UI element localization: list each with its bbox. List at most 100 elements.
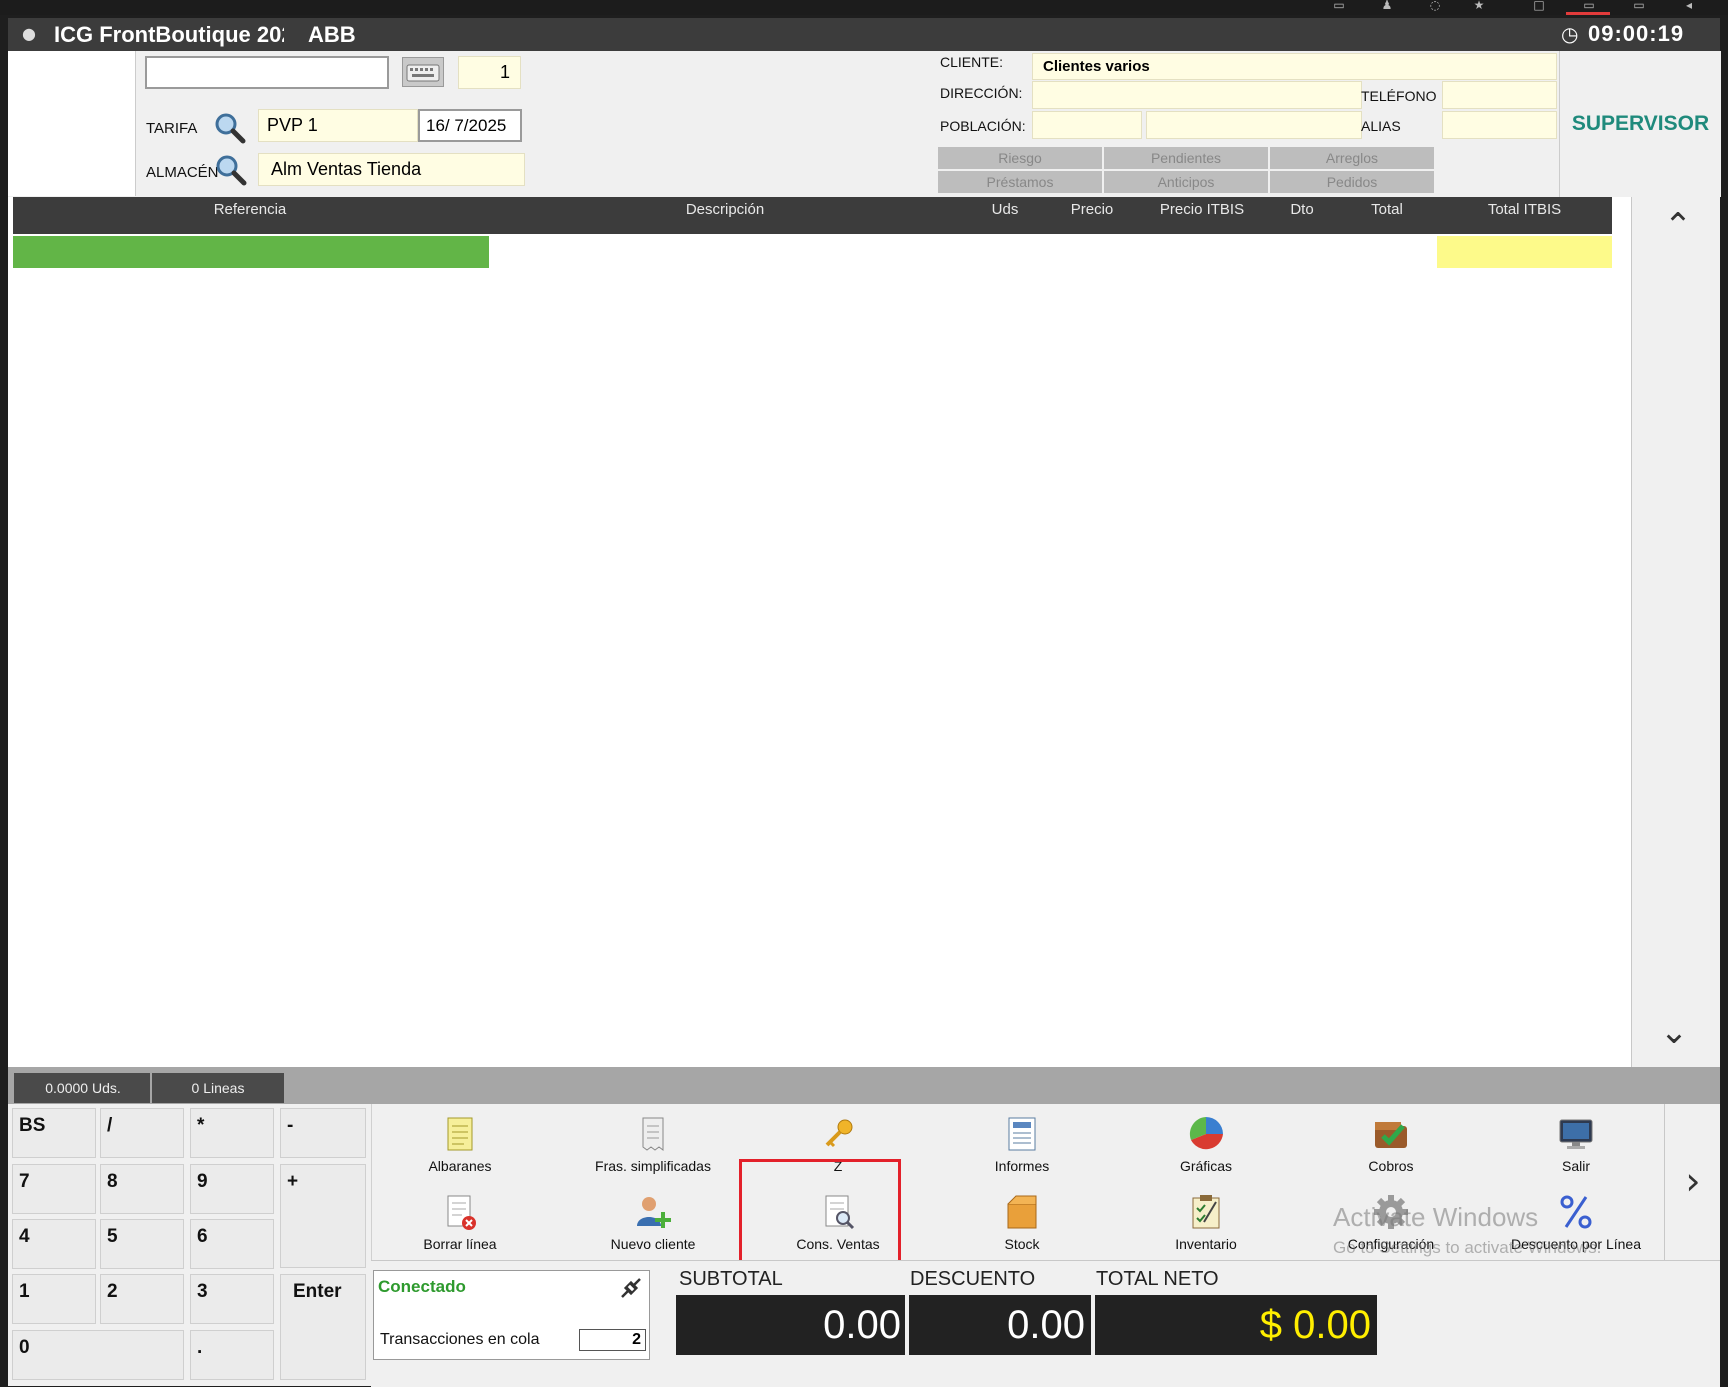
cliente-field[interactable]: Clientes varios (1032, 53, 1557, 80)
col-precio-itbis[interactable]: Precio ITBIS (1137, 197, 1267, 223)
tray-box-icon[interactable]: □ (1530, 0, 1548, 11)
tray-monitor-icon[interactable]: ▭ (1580, 0, 1598, 11)
actions-next-panel: › (1664, 1104, 1721, 1260)
tarifa-search-icon[interactable] (212, 110, 248, 146)
fras-simplificadas-button[interactable]: Fras. simplificadas (568, 1114, 738, 1174)
quantity-field[interactable]: 1 (458, 56, 521, 89)
grid-header: Referencia Descripción Uds Precio Precio… (13, 197, 1612, 234)
subtotal-value: 0.00 (823, 1303, 901, 1347)
cobros-button[interactable]: Cobros (1306, 1114, 1476, 1174)
plug-icon[interactable] (616, 1273, 646, 1303)
document-header: 1 TARIFA PVP 1 16/ 7/2025 ALMACÉN Alm Ve… (8, 51, 1721, 197)
pie-chart-icon (1189, 1117, 1223, 1150)
key-7[interactable]: 7 (12, 1164, 96, 1214)
tray-monitor2-icon[interactable]: ▭ (1630, 0, 1648, 11)
key-dot[interactable]: . (190, 1330, 274, 1380)
key-multiply[interactable]: * (190, 1108, 274, 1158)
barcode-input[interactable] (145, 56, 389, 89)
total-neto-label: TOTAL NETO (1096, 1268, 1219, 1290)
direccion-field[interactable] (1032, 81, 1362, 109)
search-icon[interactable]: ● (22, 24, 42, 44)
percent-icon (1560, 1195, 1592, 1229)
checklist-icon (1192, 1195, 1220, 1229)
col-referencia[interactable]: Referencia (13, 197, 487, 223)
key-4[interactable]: 4 (12, 1219, 96, 1269)
key-6[interactable]: 6 (190, 1219, 274, 1269)
anticipos-button[interactable]: Anticipos (1104, 171, 1268, 193)
report-icon (1008, 1117, 1036, 1151)
tarifa-field[interactable]: PVP 1 (258, 109, 418, 142)
salir-label: Salir (1561, 1158, 1590, 1174)
riesgo-button[interactable]: Riesgo (938, 147, 1102, 169)
col-precio[interactable]: Precio (1047, 197, 1137, 223)
prestamos-button[interactable]: Préstamos (938, 171, 1102, 193)
key-backspace[interactable]: BS (12, 1108, 96, 1158)
total-itbis-cell (1437, 236, 1612, 268)
albaranes-button[interactable]: Albaranes (375, 1114, 545, 1174)
photo-box (8, 51, 136, 196)
descuento-label: DESCUENTO (910, 1268, 1036, 1290)
pendientes-button[interactable]: Pendientes (1104, 147, 1268, 169)
tray-star-icon[interactable]: ★ (1470, 0, 1488, 11)
inventario-button[interactable]: Inventario (1121, 1192, 1291, 1252)
scroll-down-icon[interactable]: ⌄ (1644, 1015, 1704, 1049)
tray-arrow-icon[interactable]: ◂ (1680, 0, 1698, 11)
key-5[interactable]: 5 (100, 1219, 184, 1269)
stock-label: Stock (1004, 1236, 1040, 1252)
key-9[interactable]: 9 (190, 1164, 274, 1214)
col-uds[interactable]: Uds (963, 197, 1047, 223)
receipt-icon (642, 1117, 664, 1151)
key-divide[interactable]: / (100, 1108, 184, 1158)
key-2[interactable]: 2 (100, 1274, 184, 1324)
clock: 09:00:19 (1588, 21, 1685, 46)
tray-active-indicator (1566, 12, 1610, 15)
nuevo-cliente-label: Nuevo cliente (610, 1236, 696, 1252)
tray-person-icon[interactable]: ♟ (1378, 0, 1396, 11)
key-3[interactable]: 3 (190, 1274, 274, 1324)
arreglos-button[interactable]: Arreglos (1270, 147, 1434, 169)
direccion-label: DIRECCIÓN: (940, 85, 1023, 101)
nuevo-cliente-button[interactable]: Nuevo cliente (568, 1192, 738, 1252)
system-tray-strip: ▭ ♟ ◌ ★ □ ▭ ▭ ◂ (0, 0, 1728, 15)
scroll-up-icon[interactable]: ⌃ (1648, 209, 1708, 243)
lines-count: 0 Lineas (150, 1073, 284, 1103)
referencia-cell-active[interactable] (13, 236, 489, 268)
current-user: ABB (308, 22, 356, 47)
key-minus[interactable]: - (280, 1108, 366, 1158)
poblacion-field[interactable] (1032, 111, 1142, 139)
notepad-icon (447, 1117, 473, 1151)
total-neto-box: $ 0.00 (1095, 1295, 1377, 1355)
key-plus[interactable]: + (280, 1164, 366, 1268)
pedidos-button[interactable]: Pedidos (1270, 171, 1434, 193)
tray-icon[interactable]: ▭ (1330, 0, 1348, 11)
activate-windows-title: Activate Windows (1333, 1202, 1539, 1232)
key-enter[interactable]: Enter (280, 1274, 366, 1380)
key-1[interactable]: 1 (12, 1274, 96, 1324)
col-total[interactable]: Total (1337, 197, 1437, 223)
monitor-icon (1559, 1119, 1593, 1149)
almacen-search-icon[interactable] (213, 152, 249, 188)
salir-button[interactable]: Salir (1491, 1114, 1661, 1174)
graficas-label: Gráficas (1179, 1158, 1233, 1174)
tray-circle-icon[interactable]: ◌ (1426, 0, 1444, 11)
date-field[interactable]: 16/ 7/2025 (418, 109, 522, 142)
stock-button[interactable]: Stock (937, 1192, 1107, 1252)
table-row[interactable] (13, 234, 1612, 268)
fras-simplificadas-label: Fras. simplificadas (595, 1158, 711, 1174)
informes-button[interactable]: Informes (937, 1114, 1107, 1174)
connection-panel: Conectado Transacciones en cola 2 (373, 1270, 650, 1360)
col-dto[interactable]: Dto (1267, 197, 1337, 223)
telefono-field[interactable] (1442, 81, 1557, 109)
next-page-icon[interactable]: › (1663, 1162, 1723, 1200)
supervisor-button[interactable]: SUPERVISOR (1559, 51, 1721, 197)
almacen-field[interactable]: Alm Ventas Tienda (258, 153, 525, 186)
col-descripcion[interactable]: Descripción (487, 197, 963, 223)
key-8[interactable]: 8 (100, 1164, 184, 1214)
provincia-field[interactable] (1146, 111, 1362, 139)
borrar-linea-button[interactable]: Borrar línea (375, 1192, 545, 1252)
alias-field[interactable] (1442, 111, 1557, 139)
graficas-button[interactable]: Gráficas (1121, 1114, 1291, 1174)
col-total-itbis[interactable]: Total ITBIS (1437, 197, 1612, 223)
keyboard-icon[interactable] (402, 57, 444, 87)
key-0[interactable]: 0 (12, 1330, 184, 1380)
